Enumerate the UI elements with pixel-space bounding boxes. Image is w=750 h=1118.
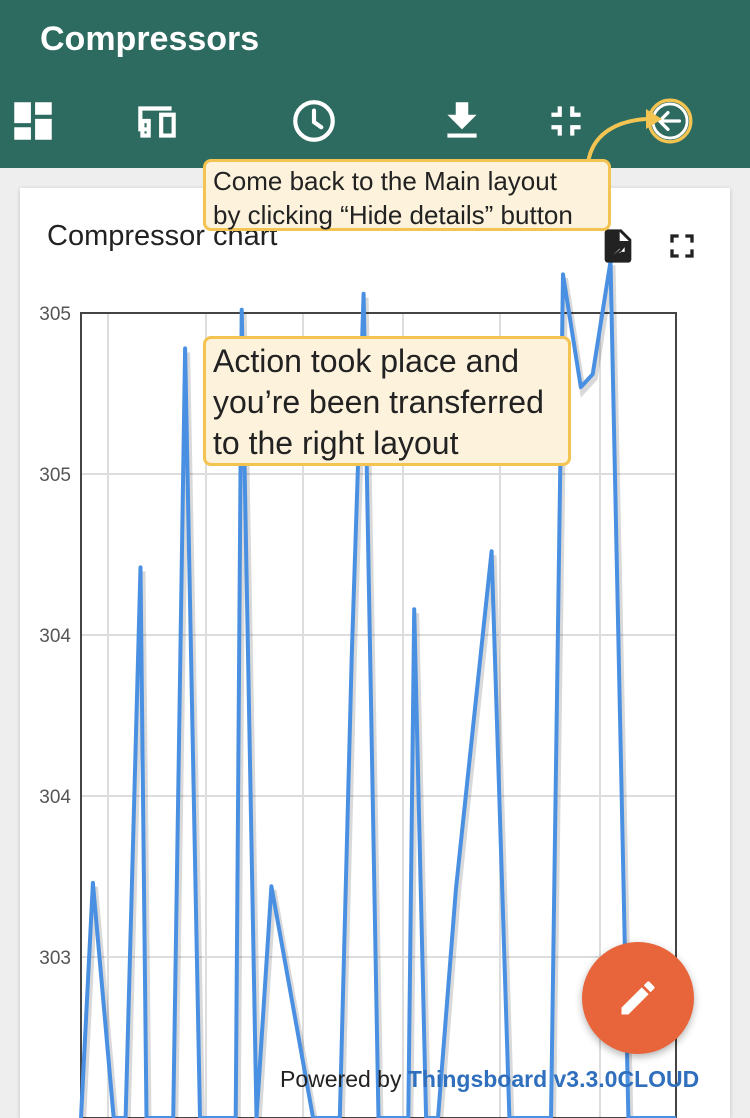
download-icon[interactable] (437, 96, 487, 146)
powered-by-footer: Powered by Thingsboard v3.3.0CLOUD (280, 1066, 699, 1093)
devices-icon[interactable] (132, 96, 182, 146)
export-file-icon[interactable] (598, 226, 638, 266)
y-tick-label: 304 (39, 626, 71, 647)
y-tick-label: 305 (39, 465, 71, 486)
thingsboard-link[interactable]: Thingsboard v3.3.0CLOUD (408, 1066, 699, 1092)
powered-by-text: Powered by (280, 1066, 408, 1092)
pencil-icon (616, 976, 660, 1020)
y-tick-label: 304 (39, 787, 71, 808)
clock-icon[interactable] (289, 96, 339, 146)
callout-text-line: Come back to the Main layout (213, 164, 601, 198)
callout-text-line: Action took place and (213, 341, 561, 382)
page-title: Compressors (40, 20, 259, 59)
callout-text-line: you’re been transferred (213, 382, 561, 423)
y-tick-label: 303 (39, 948, 71, 969)
y-tick-label: 305 (39, 304, 71, 325)
edit-fab-button[interactable] (582, 942, 694, 1054)
transfer-hint-callout: Action took place and you’re been transf… (203, 336, 571, 466)
callout-text-line: to the right layout (213, 423, 561, 464)
dashboard-icon[interactable] (8, 96, 58, 146)
fullscreen-icon[interactable] (662, 226, 702, 266)
callout-text-line: by clicking “Hide details” button (213, 198, 601, 232)
back-hint-callout: Come back to the Main layout by clicking… (203, 159, 611, 231)
